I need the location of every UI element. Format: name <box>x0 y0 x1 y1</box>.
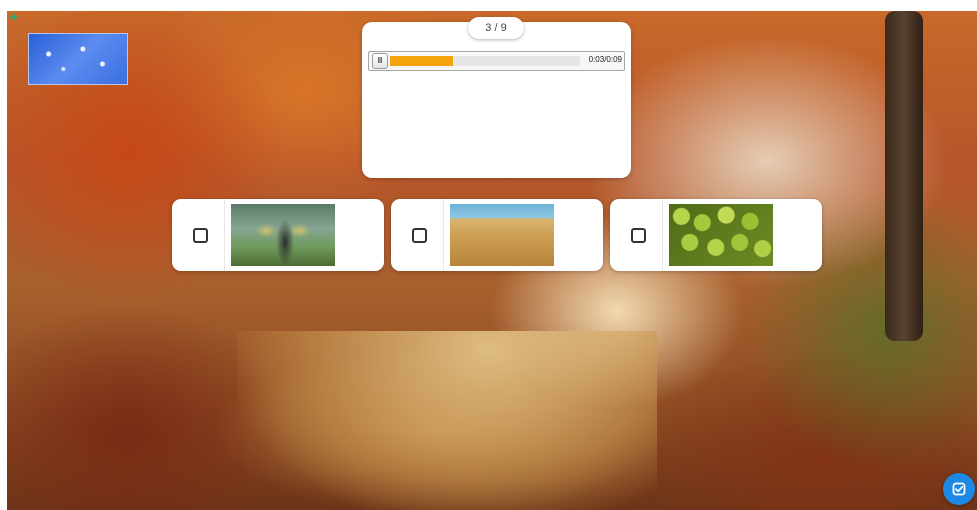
progress-track[interactable] <box>390 56 580 66</box>
option-checkbox[interactable] <box>412 228 427 243</box>
media-panel <box>362 22 631 178</box>
option-image-pears <box>669 204 773 266</box>
exit-arrow-icon[interactable] <box>8 12 20 22</box>
progress-fill <box>390 56 453 66</box>
option-image-farmer <box>231 204 335 266</box>
check-square-icon <box>952 482 966 496</box>
pause-button[interactable]: II <box>372 53 388 69</box>
option-divider <box>662 199 663 271</box>
answer-option-2[interactable] <box>391 199 603 271</box>
option-checkbox[interactable] <box>631 228 646 243</box>
pause-icon: II <box>377 56 383 65</box>
option-divider <box>443 199 444 271</box>
option-divider <box>224 199 225 271</box>
answer-option-1[interactable] <box>172 199 384 271</box>
submit-button[interactable] <box>943 473 975 505</box>
time-readout: 0:03/0:09 <box>588 55 622 64</box>
quiz-stage: 3 / 9 II 0:03/0:09 <box>0 0 977 510</box>
option-image-wheat-field <box>450 204 554 266</box>
tree-trunk <box>885 11 923 341</box>
audio-player: II 0:03/0:09 <box>368 51 625 71</box>
forest-road <box>237 331 657 510</box>
option-checkbox[interactable] <box>193 228 208 243</box>
question-counter: 3 / 9 <box>468 17 524 39</box>
video-thumbnail[interactable] <box>28 33 128 85</box>
answer-option-3[interactable] <box>610 199 822 271</box>
